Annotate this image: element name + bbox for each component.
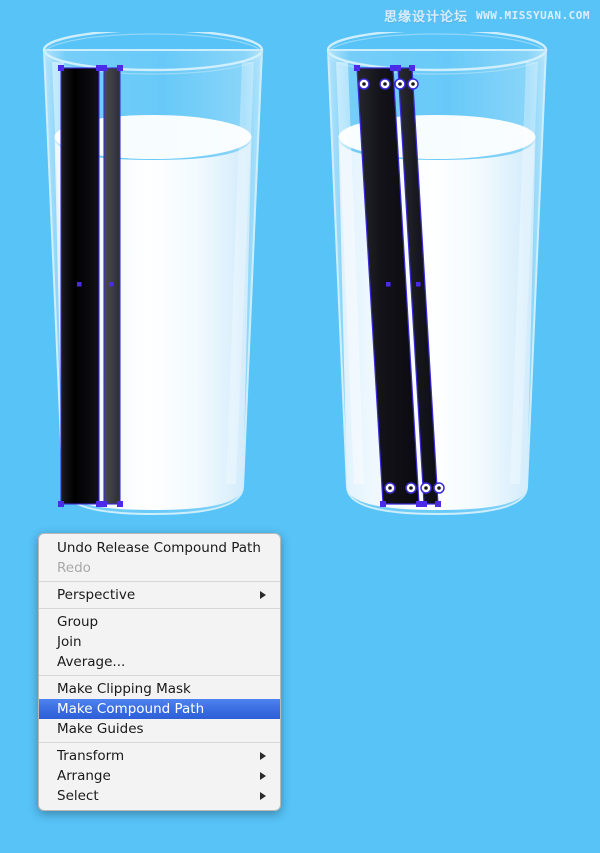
menu-group: Group Join Average... [39, 612, 280, 672]
menu-item-label: Make Guides [57, 721, 144, 737]
menu-item-group[interactable]: Group [39, 612, 280, 632]
menu-item-label: Make Clipping Mask [57, 681, 191, 697]
menu-item-label: Group [57, 614, 99, 630]
menu-item-label: Arrange [57, 768, 111, 784]
menu-separator [39, 742, 280, 743]
menu-item-label: Perspective [57, 587, 136, 603]
glass-right[interactable] [312, 32, 562, 522]
menu-item-make-compound-path[interactable]: Make Compound Path [39, 699, 280, 719]
submenu-arrow-icon [260, 772, 266, 780]
menu-item-label: Make Compound Path [57, 701, 205, 717]
menu-item-label: Redo [57, 560, 91, 576]
menu-item-make-guides[interactable]: Make Guides [39, 719, 280, 739]
menu-separator [39, 608, 280, 609]
menu-item-label: Join [57, 634, 82, 650]
submenu-arrow-icon [260, 792, 266, 800]
submenu-arrow-icon [260, 752, 266, 760]
menu-item-label: Average... [57, 654, 126, 670]
menu-item-redo: Redo [39, 558, 280, 578]
menu-item-select[interactable]: Select [39, 786, 280, 806]
glass-left[interactable] [28, 32, 278, 522]
illustrator-artboard [0, 0, 600, 540]
menu-group: Transform Arrange Select [39, 746, 280, 806]
menu-item-average[interactable]: Average... [39, 652, 280, 672]
menu-item-label: Undo Release Compound Path [57, 540, 261, 556]
menu-group: Undo Release Compound Path Redo [39, 538, 280, 578]
menu-separator [39, 581, 280, 582]
submenu-arrow-icon [260, 591, 266, 599]
menu-item-label: Select [57, 788, 99, 804]
menu-item-label: Transform [57, 748, 125, 764]
menu-group: Make Clipping Mask Make Compound Path Make… [39, 679, 280, 739]
menu-item-join[interactable]: Join [39, 632, 280, 652]
menu-item-arrange[interactable]: Arrange [39, 766, 280, 786]
menu-item-undo-release-compound-path[interactable]: Undo Release Compound Path [39, 538, 280, 558]
menu-item-make-clipping-mask[interactable]: Make Clipping Mask [39, 679, 280, 699]
menu-separator [39, 675, 280, 676]
menu-group: Perspective [39, 585, 280, 605]
context-menu[interactable]: Undo Release Compound Path Redo Perspectiv… [38, 533, 281, 811]
menu-item-transform[interactable]: Transform [39, 746, 280, 766]
menu-item-perspective[interactable]: Perspective [39, 585, 280, 605]
canvas-background: 思缘设计论坛 WWW.MISSYUAN.COM Undo Release Com… [0, 0, 600, 853]
